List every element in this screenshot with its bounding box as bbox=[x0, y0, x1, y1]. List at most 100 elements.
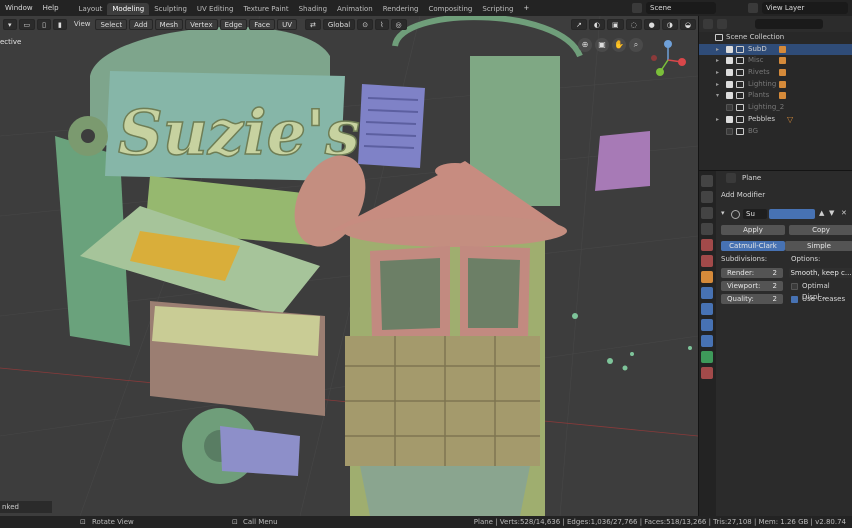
render-tab-icon[interactable] bbox=[701, 191, 713, 203]
workspace-tab-compositing[interactable]: Compositing bbox=[423, 3, 477, 15]
remove-modifier-icon[interactable]: ✕ bbox=[841, 209, 847, 217]
menu-help[interactable]: Help bbox=[38, 0, 64, 16]
outliner-search-input[interactable] bbox=[755, 19, 823, 29]
simple-button[interactable]: Simple bbox=[785, 241, 852, 251]
menu-add[interactable]: Add bbox=[129, 18, 153, 30]
workspace-tab-texture-paint[interactable]: Texture Paint bbox=[238, 3, 293, 15]
optimal-display-checkbox[interactable] bbox=[791, 283, 798, 290]
copy-button[interactable]: Copy bbox=[789, 225, 852, 235]
select-box-icon[interactable]: ▯ bbox=[37, 18, 51, 30]
editor-type-icon[interactable]: ▾ bbox=[3, 18, 17, 30]
add-modifier-button[interactable]: Add Modifier bbox=[721, 191, 765, 199]
render-levels-field[interactable]: Render: 2 bbox=[721, 268, 783, 278]
workspace-tab-layout[interactable]: Layout bbox=[74, 3, 108, 15]
outliner-row-subd[interactable]: ▸ SubD bbox=[699, 43, 852, 56]
properties-editor-icon[interactable] bbox=[726, 173, 736, 183]
shading-rendered-icon[interactable]: ◒ bbox=[679, 18, 696, 30]
outliner-row-rivets[interactable]: ▸ Rivets bbox=[699, 67, 852, 79]
gizmo-toggle-icon[interactable]: ↗ bbox=[570, 18, 587, 30]
menu-mesh[interactable]: Mesh bbox=[154, 18, 184, 30]
material-tab-icon[interactable] bbox=[701, 367, 713, 379]
exclude-checkbox[interactable] bbox=[726, 45, 733, 53]
workspace-tab-shading[interactable]: Shading bbox=[294, 3, 332, 15]
outliner-row-lighting_2[interactable]: Lighting_2 bbox=[699, 102, 852, 114]
zoom-lens-icon[interactable]: ⌕ bbox=[629, 38, 643, 52]
3d-viewport[interactable]: Suzie's ▾ ▭ ▯ ▮ View Select Add Mesh Ver… bbox=[0, 16, 698, 516]
expand-arrow-icon[interactable]: ▸ bbox=[716, 44, 719, 56]
menu-view[interactable]: View bbox=[69, 16, 96, 32]
scene-selector[interactable]: Scene bbox=[646, 2, 716, 14]
move-up-icon[interactable]: ▲ bbox=[819, 209, 824, 217]
object-tab-icon[interactable] bbox=[701, 271, 713, 283]
data-tab-icon[interactable] bbox=[701, 351, 713, 363]
proportional-edit-icon[interactable]: ◎ bbox=[390, 18, 407, 30]
menu-window[interactable]: Window bbox=[0, 0, 38, 16]
catmull-clark-button[interactable]: Catmull-Clark bbox=[721, 241, 785, 251]
axis-gizmo[interactable] bbox=[646, 38, 690, 82]
view-layer-tab-icon[interactable] bbox=[701, 223, 713, 235]
outliner-filter-icon[interactable] bbox=[717, 19, 727, 29]
exclude-checkbox[interactable] bbox=[726, 104, 733, 112]
particles-tab-icon[interactable] bbox=[701, 303, 713, 315]
view-layer-selector[interactable]: View Layer bbox=[762, 2, 848, 14]
outliner-row-lighting[interactable]: ▸ Lighting bbox=[699, 79, 852, 91]
view-layer-icon[interactable] bbox=[748, 3, 758, 13]
scene-tab-icon[interactable] bbox=[701, 239, 713, 251]
transform-orientation-icon[interactable]: ⇄ bbox=[305, 18, 321, 30]
modifier-name-field[interactable]: Su bbox=[743, 209, 767, 219]
use-creases-checkbox[interactable] bbox=[791, 296, 798, 303]
menu-uv[interactable]: UV bbox=[277, 18, 297, 30]
viewport-levels-field[interactable]: Viewport: 2 bbox=[721, 281, 783, 291]
workspace-tab-modeling[interactable]: Modeling bbox=[107, 3, 150, 15]
modifier-toggle-icons[interactable] bbox=[769, 209, 815, 219]
workspace-tab-animation[interactable]: Animation bbox=[332, 3, 378, 15]
workspace-tab-sculpting[interactable]: Sculpting bbox=[149, 3, 192, 15]
add-workspace-button[interactable]: + bbox=[519, 0, 535, 16]
scene-icon[interactable] bbox=[632, 3, 642, 13]
expand-arrow-icon[interactable]: ▸ bbox=[716, 114, 719, 126]
workspace-tab-scripting[interactable]: Scripting bbox=[477, 3, 518, 15]
scene-collection-row[interactable]: Scene Collection bbox=[699, 32, 852, 44]
snap-icon[interactable]: ⌇ bbox=[375, 18, 389, 30]
expand-arrow-icon[interactable]: ▸ bbox=[716, 79, 719, 91]
tool-tab-icon[interactable] bbox=[701, 175, 713, 187]
workspace-tab-rendering[interactable]: Rendering bbox=[378, 3, 424, 15]
menu-vertex[interactable]: Vertex bbox=[185, 18, 218, 30]
apply-button[interactable]: Apply bbox=[721, 225, 785, 235]
modifier-tab-icon[interactable] bbox=[701, 287, 713, 299]
workspace-tab-uv-editing[interactable]: UV Editing bbox=[192, 3, 239, 15]
xray-toggle-icon[interactable]: ▣ bbox=[606, 18, 624, 30]
exclude-checkbox[interactable] bbox=[726, 127, 733, 135]
physics-tab-icon[interactable] bbox=[701, 319, 713, 331]
outliner-editor-icon[interactable] bbox=[703, 19, 713, 29]
expand-arrow-icon[interactable]: ▾ bbox=[716, 90, 719, 102]
world-tab-icon[interactable] bbox=[701, 255, 713, 267]
exclude-checkbox[interactable] bbox=[726, 92, 733, 100]
menu-face[interactable]: Face bbox=[249, 18, 276, 30]
zoom-icon[interactable]: ⊕ bbox=[578, 38, 592, 52]
move-down-icon[interactable]: ▼ bbox=[829, 209, 834, 217]
shading-wire-icon[interactable]: ◌ bbox=[625, 18, 642, 30]
output-tab-icon[interactable] bbox=[701, 207, 713, 219]
collapse-chevron-icon[interactable]: ▾ bbox=[721, 209, 725, 217]
pan-hand-icon[interactable]: ✋ bbox=[612, 38, 626, 52]
pivot-icon[interactable]: ⊙ bbox=[357, 18, 374, 30]
outliner-row-plants[interactable]: ▾ Plants bbox=[699, 90, 852, 102]
menu-select[interactable]: Select bbox=[95, 18, 128, 30]
expand-arrow-icon[interactable]: ▸ bbox=[716, 55, 719, 67]
exclude-checkbox[interactable] bbox=[726, 115, 733, 123]
exclude-checkbox[interactable] bbox=[726, 80, 733, 88]
outliner-row-pebbles[interactable]: ▸ Pebbles ▽ bbox=[699, 114, 852, 126]
outliner-row-misc[interactable]: ▸ Misc bbox=[699, 55, 852, 67]
quality-field[interactable]: Quality: 2 bbox=[721, 294, 783, 304]
smooth-uv-select[interactable]: Smooth, keep c... bbox=[789, 268, 852, 278]
shading-material-icon[interactable]: ◑ bbox=[661, 18, 678, 30]
select-mode-icon[interactable]: ▮ bbox=[53, 18, 67, 30]
expand-arrow-icon[interactable]: ▸ bbox=[716, 67, 719, 79]
constraints-tab-icon[interactable] bbox=[701, 335, 713, 347]
outliner-row-bg[interactable]: BG bbox=[699, 126, 852, 138]
menu-edge[interactable]: Edge bbox=[219, 18, 248, 30]
exclude-checkbox[interactable] bbox=[726, 69, 733, 77]
overlay-toggle-icon[interactable]: ◐ bbox=[588, 18, 605, 30]
exclude-checkbox[interactable] bbox=[726, 57, 733, 65]
